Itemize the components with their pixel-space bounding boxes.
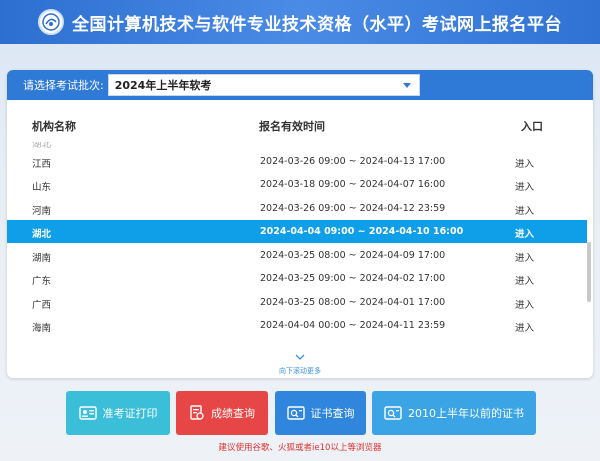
score-icon: [189, 405, 205, 421]
header-bar: 全国计算机技术与软件专业技术资格（水平）考试网上报名平台: [0, 0, 600, 44]
row-name: 广西: [32, 300, 52, 311]
row-name: 山东: [32, 182, 52, 193]
table-body[interactable]: 湖北 江西 2024-03-26 09:00 ~ 2024-04-13 17:0…: [7, 142, 593, 342]
institution-panel: 请选择考试批次: 2024年上半年软考 机构名称 报名有效时间 入口 湖北 江西…: [7, 70, 593, 378]
batch-label: 请选择考试批次:: [23, 79, 104, 92]
id-card-icon: [78, 406, 97, 420]
browser-recommendation: 建议使用谷歌、火狐或者ie10以上等浏览器: [218, 443, 382, 453]
table-row[interactable]: 湖南 2024-03-25 08:00 ~ 2024-04-09 17:00 进…: [7, 244, 587, 267]
row-entry-link[interactable]: 进入: [515, 320, 534, 334]
score-query-label: 成绩查询: [211, 407, 255, 420]
row-entry-link[interactable]: 进入: [515, 179, 534, 193]
scroll-more-text: 向下滚动更多: [279, 367, 321, 375]
scroll-more-hint[interactable]: 向下滚动更多: [7, 345, 593, 376]
row-entry-link[interactable]: 进入: [515, 297, 534, 311]
row-name: 湖北: [32, 142, 52, 150]
table-row[interactable]: 江西 2024-03-26 09:00 ~ 2024-04-13 17:00 进…: [7, 150, 587, 173]
table-header: 机构名称 报名有效时间 入口: [7, 110, 593, 138]
row-time: 2024-03-25 08:00 ~ 2024-04-09 17:00: [260, 250, 446, 261]
column-header-entry: 入口: [521, 120, 543, 133]
certificate-search-icon: [286, 406, 305, 420]
row-entry-link[interactable]: 进入: [515, 250, 534, 264]
old-certificate-label: 2010上半年以前的证书: [408, 407, 524, 420]
row-entry-link[interactable]: 进入: [515, 226, 534, 240]
admit-ticket-print-label: 准考证打印: [102, 407, 158, 420]
certificate-search-icon: [384, 406, 402, 420]
certificate-query-button[interactable]: 证书查询: [275, 391, 366, 435]
row-name: 河南: [32, 206, 52, 217]
row-name: 广东: [32, 276, 52, 287]
row-time: 2024-03-25 09:00 ~ 2024-04-02 17:00: [260, 273, 446, 284]
column-header-name: 机构名称: [32, 120, 76, 133]
row-name: 江西: [32, 159, 52, 170]
page-title: 全国计算机技术与软件专业技术资格（水平）考试网上报名平台: [72, 14, 562, 35]
chevron-down-icon: [295, 354, 305, 360]
row-name: 湖南: [32, 253, 52, 264]
row-time: 2024-04-04 00:00 ~ 2024-04-11 23:59: [260, 320, 446, 331]
row-time: 2024-03-18 09:00 ~ 2024-04-07 16:00: [260, 179, 446, 190]
row-name: 湖北: [32, 229, 52, 240]
logo-icon: [38, 9, 64, 35]
admit-ticket-print-button[interactable]: 准考证打印: [66, 391, 170, 435]
table-row[interactable]: 广西 2024-03-25 08:00 ~ 2024-04-01 17:00 进…: [7, 291, 587, 314]
batch-select[interactable]: 2024年上半年软考: [107, 74, 420, 96]
row-name: 海南: [32, 323, 52, 334]
table-scrollbar[interactable]: [587, 142, 591, 342]
row-time: 2024-03-26 09:00 ~ 2024-04-13 17:00: [260, 156, 446, 167]
row-time: 2024-03-26 09:00 ~ 2024-04-12 23:59: [260, 203, 446, 214]
score-query-button[interactable]: 成绩查询: [176, 391, 268, 435]
certificate-query-label: 证书查询: [310, 407, 355, 420]
row-entry-link[interactable]: 进入: [515, 273, 534, 287]
table-row[interactable]: 山东 2024-03-18 09:00 ~ 2024-04-07 16:00 进…: [7, 173, 587, 196]
row-entry-link[interactable]: 进入: [515, 203, 534, 217]
chevron-down-icon: [402, 83, 411, 88]
table-row-selected[interactable]: 湖北 2024-04-04 09:00 ~ 2024-04-10 16:00 进…: [7, 220, 587, 243]
row-time: 2024-03-25 08:00 ~ 2024-04-01 17:00: [260, 297, 446, 308]
batch-select-value: 2024年上半年软考: [114, 79, 212, 92]
table-row[interactable]: 河南 2024-03-26 09:00 ~ 2024-04-12 23:59 进…: [7, 197, 587, 220]
row-time: 2024-04-04 09:00 ~ 2024-04-10 16:00: [260, 226, 464, 237]
table-row[interactable]: 海南 2024-04-04 00:00 ~ 2024-04-11 23:59 进…: [7, 314, 587, 337]
table-row[interactable]: 广东 2024-03-25 09:00 ~ 2024-04-02 17:00 进…: [7, 267, 587, 290]
old-certificate-button[interactable]: 2010上半年以前的证书: [372, 391, 536, 435]
row-entry-link[interactable]: 进入: [515, 156, 534, 170]
action-buttons: 准考证打印 成绩查询 证书查询 2010上半年以前的证书: [66, 391, 546, 435]
scrollbar-thumb[interactable]: [587, 242, 591, 302]
column-header-time: 报名有效时间: [259, 120, 325, 133]
batch-bar: 请选择考试批次: 2024年上半年软考: [7, 70, 593, 100]
